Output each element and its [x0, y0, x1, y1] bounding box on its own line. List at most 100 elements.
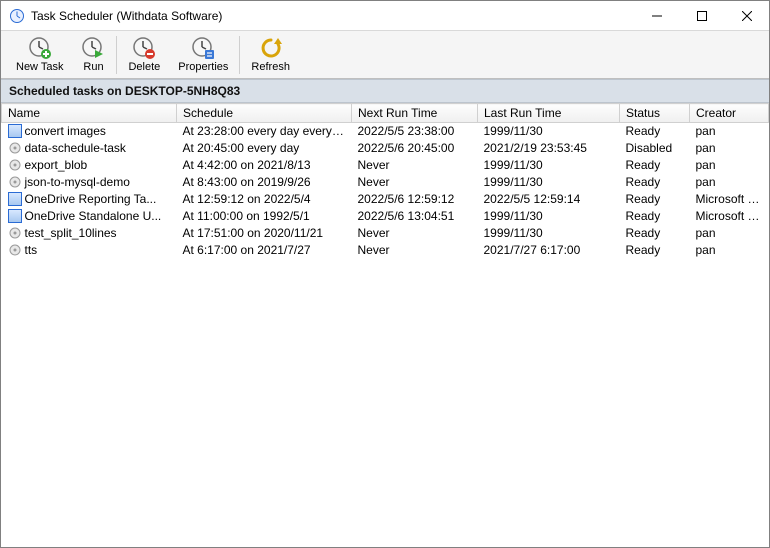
task-gear-icon: [8, 226, 22, 240]
task-next-run: 2022/5/6 20:45:00: [352, 140, 478, 157]
task-name-cell: json-to-mysql-demo: [8, 175, 171, 189]
clock-properties-icon: [191, 36, 215, 60]
task-next-run: Never: [352, 242, 478, 259]
task-status: Ready: [620, 174, 690, 191]
subheader: Scheduled tasks on DESKTOP-5NH8Q83: [1, 79, 769, 103]
task-status: Ready: [620, 123, 690, 140]
task-creator: pan: [690, 123, 769, 140]
task-creator: Microsoft Cor...: [690, 191, 769, 208]
new-task-label: New Task: [16, 61, 63, 73]
task-name-cell: OneDrive Standalone U...: [8, 209, 171, 223]
col-next[interactable]: Next Run Time: [352, 104, 478, 123]
window-title: Task Scheduler (Withdata Software): [31, 9, 634, 23]
task-schedule: At 6:17:00 on 2021/7/27: [177, 242, 352, 259]
clock-play-icon: [81, 36, 105, 60]
properties-label: Properties: [178, 61, 228, 73]
table-row[interactable]: data-schedule-taskAt 20:45:00 every day2…: [2, 140, 769, 157]
run-label: Run: [83, 61, 103, 73]
task-name: OneDrive Standalone U...: [25, 209, 162, 223]
task-square-icon: [8, 124, 22, 138]
task-next-run: 2022/5/6 12:59:12: [352, 191, 478, 208]
task-status: Ready: [620, 191, 690, 208]
task-next-run: 2022/5/6 13:04:51: [352, 208, 478, 225]
task-square-icon: [8, 192, 22, 206]
table-row[interactable]: OneDrive Reporting Ta... At 12:59:12 on 2…: [2, 191, 769, 208]
task-last-run: 1999/11/30: [478, 157, 620, 174]
new-task-button[interactable]: New Task: [7, 33, 72, 77]
close-button[interactable]: [724, 1, 769, 31]
task-status: Ready: [620, 208, 690, 225]
task-status: Disabled: [620, 140, 690, 157]
task-last-run: 2022/5/5 12:59:14: [478, 191, 620, 208]
task-last-run: 1999/11/30: [478, 225, 620, 242]
task-last-run: 1999/11/30: [478, 174, 620, 191]
task-next-run: 2022/5/5 23:38:00: [352, 123, 478, 140]
app-icon: [9, 8, 25, 24]
col-last[interactable]: Last Run Time: [478, 104, 620, 123]
task-creator: pan: [690, 157, 769, 174]
col-name[interactable]: Name: [2, 104, 177, 123]
task-name: test_split_10lines: [25, 226, 117, 240]
refresh-icon: [259, 36, 283, 60]
task-name: OneDrive Reporting Ta...: [25, 192, 157, 206]
minimize-button[interactable]: [634, 1, 679, 31]
task-table: Name Schedule Next Run Time Last Run Tim…: [1, 103, 769, 259]
col-creator[interactable]: Creator: [690, 104, 769, 123]
task-last-run: 1999/11/30: [478, 123, 620, 140]
table-row[interactable]: export_blob At 4:42:00 on 2021/8/13Never1…: [2, 157, 769, 174]
table-row[interactable]: convert images At 23:28:00 every day ever…: [2, 123, 769, 140]
table-row[interactable]: tts At 6:17:00 on 2021/7/27Never2021/7/27…: [2, 242, 769, 259]
table-row[interactable]: OneDrive Standalone U... At 11:00:00 on 1…: [2, 208, 769, 225]
delete-button[interactable]: Delete: [119, 33, 169, 77]
task-next-run: Never: [352, 157, 478, 174]
task-creator: pan: [690, 225, 769, 242]
task-status: Ready: [620, 242, 690, 259]
task-name-cell: data-schedule-task: [8, 141, 171, 155]
task-name-cell: convert images: [8, 124, 171, 138]
task-table-wrap: Name Schedule Next Run Time Last Run Tim…: [1, 103, 769, 547]
task-name: convert images: [25, 124, 106, 138]
clock-delete-icon: [132, 36, 156, 60]
task-creator: pan: [690, 140, 769, 157]
properties-button[interactable]: Properties: [169, 33, 237, 77]
table-row[interactable]: test_split_10lines At 17:51:00 on 2020/11…: [2, 225, 769, 242]
task-schedule: At 12:59:12 on 2022/5/4: [177, 191, 352, 208]
task-schedule: At 11:00:00 on 1992/5/1: [177, 208, 352, 225]
task-square-icon: [8, 209, 22, 223]
toolbar: New Task Run: [1, 31, 769, 79]
task-schedule: At 23:28:00 every day every 5 minu...: [177, 123, 352, 140]
refresh-button[interactable]: Refresh: [242, 33, 299, 77]
maximize-button[interactable]: [679, 1, 724, 31]
task-name-cell: test_split_10lines: [8, 226, 171, 240]
task-name-cell: OneDrive Reporting Ta...: [8, 192, 171, 206]
task-gear-icon: [8, 158, 22, 172]
task-status: Ready: [620, 157, 690, 174]
task-next-run: Never: [352, 174, 478, 191]
refresh-label: Refresh: [251, 61, 290, 73]
col-schedule[interactable]: Schedule: [177, 104, 352, 123]
task-name: data-schedule-task: [25, 141, 126, 155]
app-window: Task Scheduler (Withdata Software): [0, 0, 770, 548]
delete-label: Delete: [128, 61, 160, 73]
task-name: tts: [25, 243, 38, 257]
task-last-run: 1999/11/30: [478, 208, 620, 225]
run-button[interactable]: Run: [72, 33, 114, 77]
task-gear-icon: [8, 243, 22, 257]
task-schedule: At 17:51:00 on 2020/11/21: [177, 225, 352, 242]
table-header-row: Name Schedule Next Run Time Last Run Tim…: [2, 104, 769, 123]
toolbar-separator: [116, 36, 117, 74]
task-last-run: 2021/2/19 23:53:45: [478, 140, 620, 157]
toolbar-separator: [239, 36, 240, 74]
task-last-run: 2021/7/27 6:17:00: [478, 242, 620, 259]
titlebar: Task Scheduler (Withdata Software): [1, 1, 769, 31]
task-name-cell: tts: [8, 243, 171, 257]
clock-plus-icon: [28, 36, 52, 60]
task-schedule: At 8:43:00 on 2019/9/26: [177, 174, 352, 191]
task-schedule: At 20:45:00 every day: [177, 140, 352, 157]
task-creator: pan: [690, 242, 769, 259]
table-row[interactable]: json-to-mysql-demo At 8:43:00 on 2019/9/2…: [2, 174, 769, 191]
col-status[interactable]: Status: [620, 104, 690, 123]
task-name-cell: export_blob: [8, 158, 171, 172]
task-status: Ready: [620, 225, 690, 242]
task-schedule: At 4:42:00 on 2021/8/13: [177, 157, 352, 174]
